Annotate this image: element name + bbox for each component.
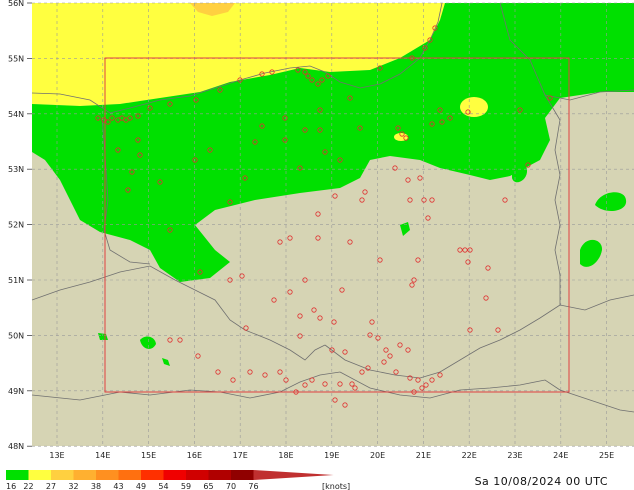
legend-swatch	[208, 470, 231, 480]
longitude-label: 17E	[233, 451, 248, 460]
legend-swatch	[186, 470, 209, 480]
longitude-label: 15E	[141, 451, 156, 460]
longitude-label: 21E	[416, 451, 431, 460]
longitude-label: 23E	[507, 451, 522, 460]
longitude-label: 22E	[462, 451, 477, 460]
longitude-label: 19E	[324, 451, 339, 460]
longitude-labels: 13E 14E 15E 16E 17E 18E 19E 20E 21E 22E 23E 24E 25E	[49, 451, 614, 460]
latitude-label: 51N	[8, 276, 24, 285]
longitude-label: 20E	[370, 451, 385, 460]
legend-arrow	[253, 470, 334, 480]
legend-swatch	[118, 470, 141, 480]
legend-value: 43	[113, 482, 123, 490]
latitude-labels: 56N 55N 54N 53N 52N 51N 50N 49N 48N	[8, 0, 32, 451]
latitude-label: 54N	[8, 110, 24, 119]
legend-value: 54	[158, 482, 168, 490]
legend-value: 59	[181, 482, 191, 490]
legend-value: 49	[136, 482, 146, 490]
longitude-label: 24E	[553, 451, 568, 460]
latitude-label: 50N	[8, 331, 24, 340]
legend-swatch	[163, 470, 186, 480]
longitude-label: 16E	[187, 451, 202, 460]
latitude-label: 56N	[8, 0, 24, 8]
latitude-label: 49N	[8, 387, 24, 396]
legend-value: 76	[248, 482, 258, 490]
legend-value: 27	[46, 482, 56, 490]
legend-value: 16	[6, 482, 16, 490]
longitude-label: 25E	[599, 451, 614, 460]
longitude-label: 18E	[278, 451, 293, 460]
latitude-label: 48N	[8, 442, 24, 451]
legend-value: 38	[91, 482, 101, 490]
timestamp-label: Sa 10/08/2024 00 UTC	[474, 475, 608, 488]
longitude-label: 14E	[95, 451, 110, 460]
legend-unit: [knots]	[322, 482, 350, 490]
wind-map: 56N 55N 54N 53N 52N 51N 50N 49N 48N 13E 14E 15E 16E…	[6, 0, 634, 490]
legend-value: 65	[203, 482, 213, 490]
legend-swatch	[73, 470, 96, 480]
latitude-label: 53N	[8, 165, 24, 174]
legend-value: 22	[23, 482, 33, 490]
latitude-label: 52N	[8, 221, 24, 230]
legend-swatch	[51, 470, 74, 480]
wind-speed-legend: 16 22 27 32 38 43 49 54 59 65 70 76 [knots]	[6, 470, 350, 490]
legend-swatch	[231, 470, 254, 480]
legend-swatch	[28, 470, 51, 480]
latitude-label: 55N	[8, 54, 24, 63]
legend-value: 32	[68, 482, 78, 490]
legend-value: 70	[226, 482, 236, 490]
legend-swatch	[96, 470, 119, 480]
longitude-label: 13E	[49, 451, 64, 460]
legend-swatch	[6, 470, 29, 480]
legend-swatch	[141, 470, 164, 480]
